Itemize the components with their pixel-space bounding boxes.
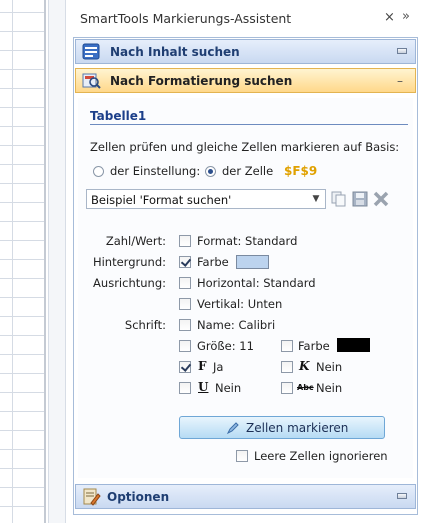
- mark-cells-button[interactable]: Zellen markieren: [179, 416, 385, 439]
- pane-title: SmartTools Markierungs-Assistent: [80, 11, 292, 26]
- expand-icon[interactable]: [397, 493, 407, 499]
- font-color-checkbox[interactable]: [281, 340, 293, 352]
- table-title: Tabelle1: [90, 109, 147, 123]
- number-format-checkbox[interactable]: [179, 235, 191, 247]
- section-options-label: Optionen: [107, 490, 170, 504]
- collapse-icon[interactable]: –: [397, 74, 407, 88]
- spreadsheet-grid[interactable]: [0, 0, 66, 523]
- copy-icon[interactable]: [330, 190, 348, 208]
- delete-icon[interactable]: [372, 190, 390, 208]
- number-format-option: Format: Standard: [197, 234, 298, 248]
- radio-setting[interactable]: [93, 166, 104, 177]
- horizontal-checkbox[interactable]: [179, 277, 191, 289]
- instruction-text: Zellen prüfen und gleiche Zellen markier…: [90, 140, 400, 154]
- background-color-checkbox[interactable]: [179, 256, 191, 268]
- font-name-checkbox[interactable]: [179, 319, 191, 331]
- strike-value: Nein: [316, 381, 343, 395]
- section-options[interactable]: Optionen: [75, 484, 416, 509]
- radio-cell-label: der Zelle: [222, 164, 274, 178]
- font-size-option: Größe: 11: [197, 339, 254, 353]
- italic-value: Nein: [316, 360, 343, 374]
- vertical-option: Vertikal: Unten: [197, 297, 283, 311]
- background-label: Hintergrund:: [92, 255, 166, 269]
- expand-icon[interactable]: [397, 48, 407, 54]
- bold-checkbox[interactable]: [179, 361, 191, 373]
- options-icon: [83, 488, 101, 506]
- radio-setting-label: der Einstellung:: [110, 164, 201, 178]
- vertical-scrollbar[interactable]: [48, 0, 66, 523]
- strike-checkbox[interactable]: [281, 382, 293, 394]
- title-divider: [90, 124, 408, 125]
- font-name-option: Name: Calibri: [197, 318, 276, 332]
- section-format-search-label: Nach Formatierung suchen: [110, 74, 293, 88]
- format-search-icon: [82, 73, 101, 89]
- cell-address: $F$9: [284, 164, 318, 178]
- section-format-search[interactable]: Nach Formatierung suchen –: [75, 68, 416, 93]
- strike-icon: Abc: [297, 383, 314, 392]
- radio-cell[interactable]: [205, 166, 216, 177]
- mark-cells-label: Zellen markieren: [246, 421, 349, 435]
- bold-icon: F: [198, 359, 207, 373]
- font-size-checkbox[interactable]: [179, 340, 191, 352]
- preset-select-value: Beispiel 'Format suchen': [91, 193, 232, 207]
- font-color-swatch: [337, 338, 370, 352]
- underline-icon: U: [198, 380, 209, 394]
- ignore-empty-label: Leere Zellen ignorieren: [254, 449, 388, 463]
- underline-value: Nein: [215, 381, 242, 395]
- number-label: Zahl/Wert:: [105, 234, 166, 248]
- bold-value: Ja: [213, 360, 224, 374]
- vertical-checkbox[interactable]: [179, 298, 191, 310]
- save-icon[interactable]: [351, 190, 369, 208]
- pen-icon: [226, 422, 239, 435]
- pane-options-icon[interactable]: »: [402, 9, 410, 24]
- font-label: Schrift:: [124, 318, 166, 332]
- ignore-empty-checkbox[interactable]: [236, 450, 248, 462]
- underline-checkbox[interactable]: [179, 382, 191, 394]
- alignment-label: Ausrichtung:: [93, 276, 166, 290]
- close-icon[interactable]: ×: [384, 10, 395, 25]
- section-content-search-label: Nach Inhalt suchen: [110, 45, 240, 59]
- horizontal-option: Horizontal: Standard: [197, 276, 316, 290]
- italic-checkbox[interactable]: [281, 361, 293, 373]
- section-content-search[interactable]: Nach Inhalt suchen: [75, 39, 416, 64]
- font-color-option: Farbe: [298, 339, 330, 353]
- chevron-down-icon[interactable]: ▼: [309, 192, 323, 206]
- italic-icon: K: [299, 359, 310, 373]
- background-color-option: Farbe: [197, 255, 229, 269]
- preset-select[interactable]: Beispiel 'Format suchen' ▼: [86, 189, 326, 209]
- background-color-swatch: [236, 255, 269, 269]
- search-list-icon: [82, 43, 100, 60]
